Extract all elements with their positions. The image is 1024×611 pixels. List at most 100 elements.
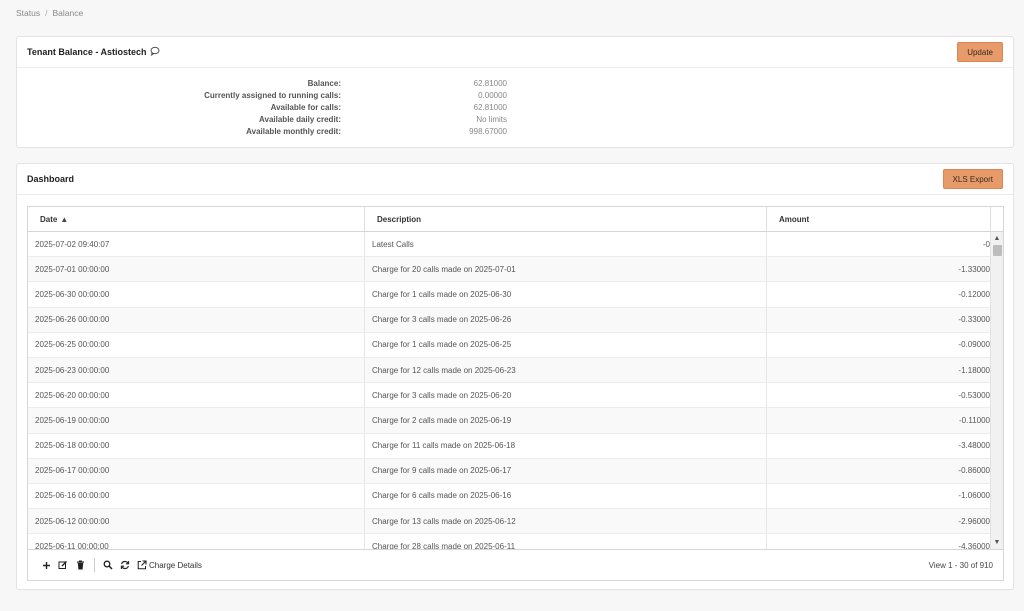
cell-date: 2025-06-12 00:00:00 [28,509,365,534]
cell-amount: -0 [767,232,991,257]
dashboard-panel: Dashboard XLS Export Date ▲ Description A… [16,163,1014,590]
breadcrumb: Status / Balance [16,8,83,18]
table-row[interactable]: 2025-06-25 00:00:00 Charge for 1 calls ma… [28,332,991,358]
vertical-scrollbar[interactable]: ▲ ▼ [990,232,1003,550]
table-row[interactable]: 2025-06-26 00:00:00 Charge for 3 calls ma… [28,307,991,333]
cell-amount: -1.06000 [767,483,991,509]
pager-divider [94,558,95,572]
cell-date: 2025-06-19 00:00:00 [28,408,365,433]
cell-description: Charge for 12 calls made on 2025-06-23 [365,357,767,383]
balance-label: Currently assigned to running calls: [204,91,341,100]
cell-amount: -0.11000 [767,408,991,433]
cell-amount: -0.33000 [767,307,991,332]
column-header-amount[interactable]: Amount [767,207,991,231]
cell-amount: -0.53000 [767,383,991,408]
cell-description: Charge for 13 calls made on 2025-06-12 [365,509,767,534]
table-row[interactable]: 2025-07-01 00:00:00 Charge for 20 calls m… [28,257,991,283]
cell-description: Charge for 1 calls made on 2025-06-30 [365,282,767,307]
table-row[interactable]: 2025-06-30 00:00:00 Charge for 1 calls ma… [28,282,991,308]
cell-description: Charge for 6 calls made on 2025-06-16 [365,483,767,509]
balance-row: Available monthly credit: 998.67000 [17,127,1013,139]
refresh-icon[interactable] [117,557,133,573]
cell-description: Charge for 9 calls made on 2025-06-17 [365,458,767,483]
cell-date: 2025-06-20 00:00:00 [28,383,365,408]
table-row[interactable]: 2025-07-02 09:40:07 Latest Calls -0 [28,232,991,258]
table-row[interactable]: 2025-06-19 00:00:00 Charge for 2 calls ma… [28,408,991,434]
cell-amount: -1.18000 [767,357,991,383]
edit-icon[interactable] [55,557,71,573]
grid-body: 2025-07-02 09:40:07 Latest Calls -0 2025-07… [28,232,991,550]
breadcrumb-status[interactable]: Status [16,8,40,18]
cell-description: Charge for 3 calls made on 2025-06-20 [365,383,767,408]
balance-label: Available daily credit: [259,115,341,124]
panel-title: Tenant Balance - Astiostech [27,47,147,57]
table-row[interactable]: 2025-06-23 00:00:00 Charge for 12 calls m… [28,357,991,384]
cell-amount: -1.33000 [767,257,991,282]
balance-row: Available daily credit: No limits [17,115,1013,127]
balance-row: Available for calls: 62.81000 [17,103,1013,115]
table-row[interactable]: 2025-06-16 00:00:00 Charge for 6 calls ma… [28,483,991,510]
balance-value: 62.81000 [473,79,507,88]
panel-header: Tenant Balance - Astiostech Update [17,37,1013,68]
table-row[interactable]: 2025-06-18 00:00:00 Charge for 11 calls m… [28,433,991,459]
cell-date: 2025-06-17 00:00:00 [28,458,365,483]
cell-date: 2025-06-16 00:00:00 [28,483,365,509]
cell-date: 2025-06-11 00:00:00 [28,534,365,550]
cell-date: 2025-06-18 00:00:00 [28,433,365,458]
charge-details-button[interactable]: Charge Details [149,561,202,570]
cell-description: Latest Calls [365,232,767,257]
cell-amount: -4.36000 [767,534,991,550]
pagination-info: View 1 - 30 of 910 [928,560,993,570]
table-row[interactable]: 2025-06-17 00:00:00 Charge for 9 calls ma… [28,458,991,484]
breadcrumb-balance: Balance [52,8,84,18]
update-button[interactable]: Update [957,42,1003,62]
external-link-icon[interactable] [134,557,150,573]
balance-value: No limits [476,115,507,124]
table-row[interactable]: 2025-06-12 00:00:00 Charge for 13 calls m… [28,509,991,535]
cell-amount: -0.09000 [767,332,991,357]
tenant-balance-panel: Tenant Balance - Astiostech Update Balan… [16,36,1014,148]
chevron-down-icon[interactable]: ▼ [991,538,1003,548]
column-label: Date [40,214,58,224]
cell-amount: -0.86000 [767,458,991,483]
comment-icon[interactable] [150,46,160,58]
balance-value: 998.67000 [469,127,507,136]
balance-label: Available for calls: [270,103,341,112]
column-header-date[interactable]: Date ▲ [28,207,365,231]
breadcrumb-separator: / [45,8,48,18]
cell-description: Charge for 2 calls made on 2025-06-19 [365,408,767,433]
column-header-description[interactable]: Description [365,207,767,231]
charges-grid: Date ▲ Description Amount 2025-07-02 09:4… [27,206,1004,581]
balance-row: Balance: 62.81000 [17,79,1013,91]
cell-amount: -0.12000 [767,282,991,307]
cell-description: Charge for 1 calls made on 2025-06-25 [365,332,767,357]
column-label: Description [377,214,422,224]
trash-icon[interactable] [72,557,88,573]
cell-amount: -2.96000 [767,509,991,534]
cell-date: 2025-06-30 00:00:00 [28,282,365,307]
balance-label: Balance: [307,79,341,88]
grid-header: Date ▲ Description Amount [28,207,1003,232]
search-icon[interactable] [100,557,116,573]
plus-icon[interactable] [38,557,54,573]
balance-details: Balance: 62.81000 Currently assigned to ru… [17,79,1013,139]
cell-date: 2025-07-01 00:00:00 [28,257,365,282]
balance-label: Available monthly credit: [246,127,341,136]
cell-description: Charge for 3 calls made on 2025-06-26 [365,307,767,332]
grid-pager: Charge Details View 1 - 30 of 910 [28,549,1003,580]
cell-date: 2025-07-02 09:40:07 [28,232,365,257]
cell-description: Charge for 11 calls made on 2025-06-18 [365,433,767,458]
chevron-up-icon[interactable]: ▲ [991,234,1003,244]
panel-header: Dashboard XLS Export [17,164,1013,195]
scrollbar-thumb[interactable] [993,245,1002,256]
balance-value: 62.81000 [473,103,507,112]
column-label: Amount [779,214,810,224]
sort-asc-icon[interactable]: ▲ [60,215,68,224]
cell-date: 2025-06-23 00:00:00 [28,357,365,383]
balance-row: Currently assigned to running calls: 0.00… [17,91,1013,103]
balance-value: 0.00000 [478,91,507,100]
table-row[interactable]: 2025-06-20 00:00:00 Charge for 3 calls ma… [28,383,991,409]
table-row[interactable]: 2025-06-11 00:00:00 Charge for 28 calls m… [28,534,991,550]
xls-export-button[interactable]: XLS Export [942,169,1003,189]
cell-amount: -3.48000 [767,433,991,458]
